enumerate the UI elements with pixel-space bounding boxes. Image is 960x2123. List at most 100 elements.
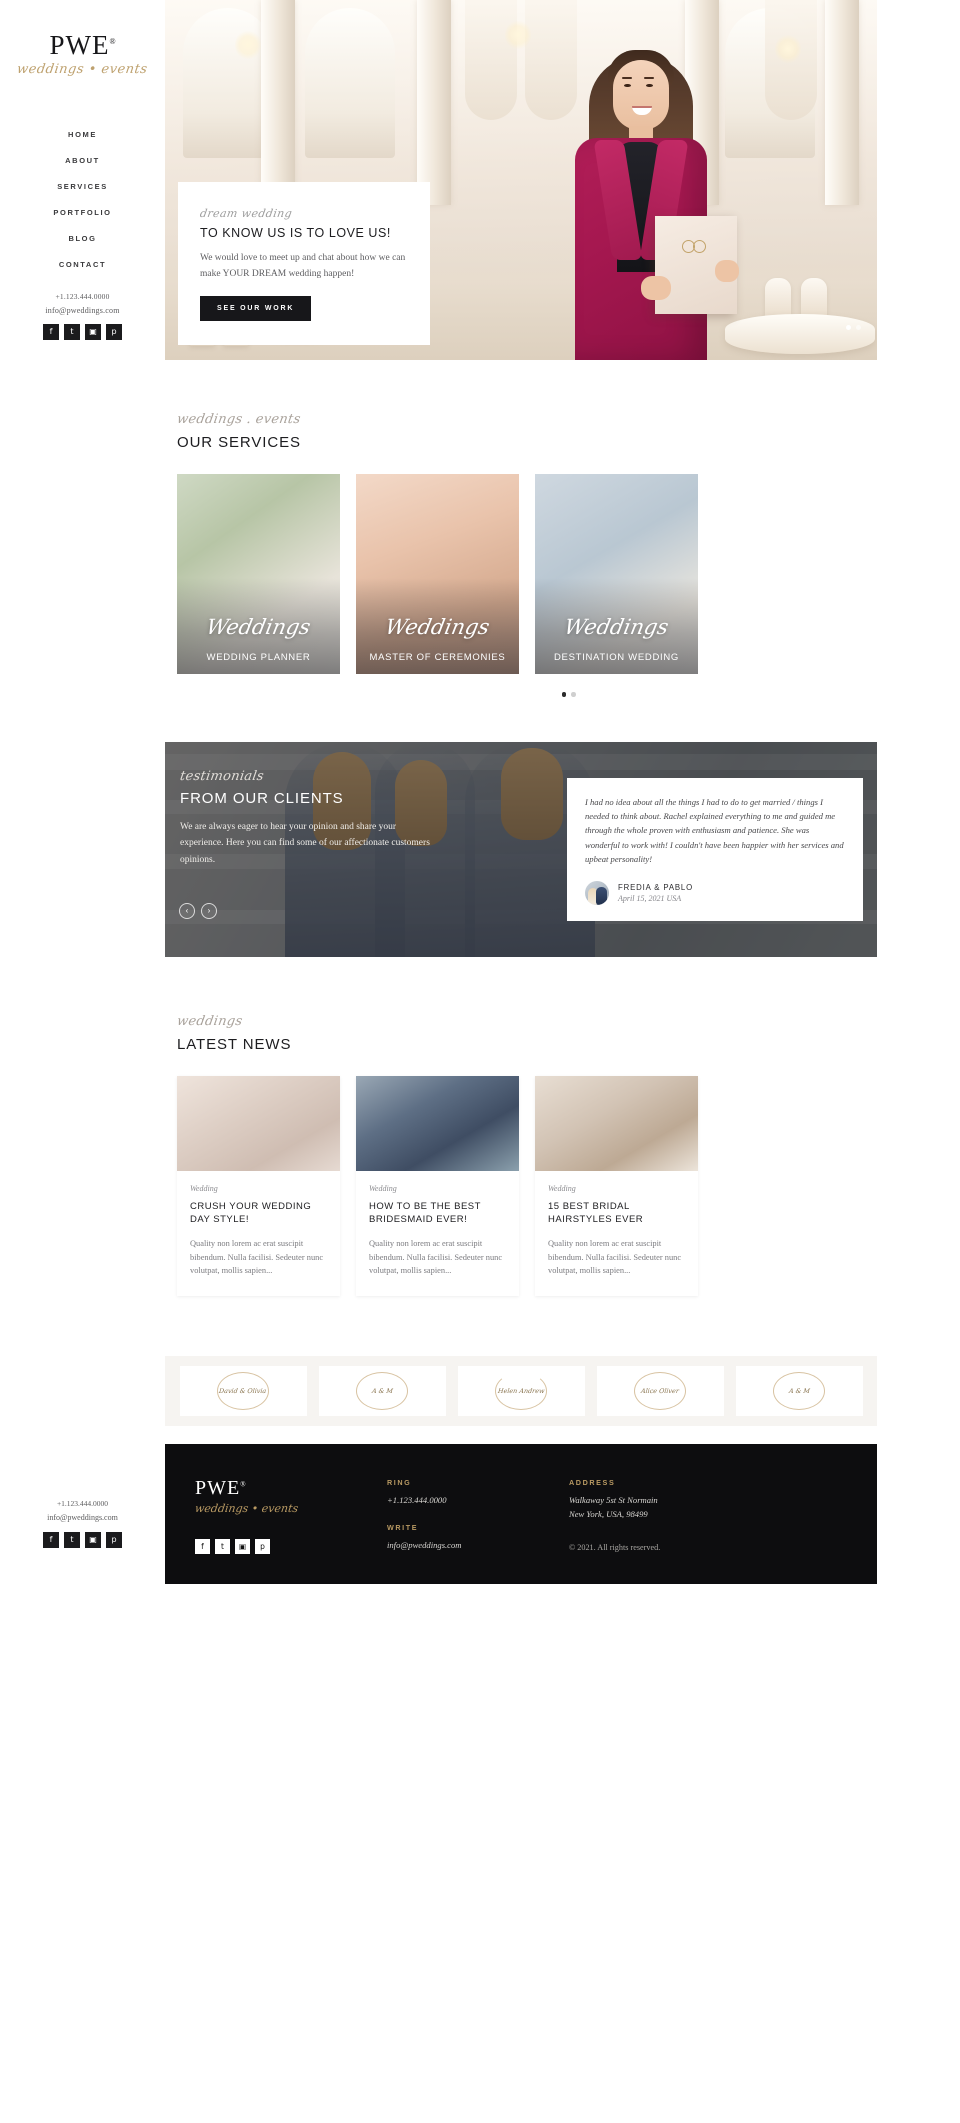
- news-card-title: 15 BEST BRIDAL HAIRSTYLES EVER: [548, 1200, 644, 1226]
- logo-text: PWE: [49, 30, 110, 60]
- hero-dot-1[interactable]: [846, 325, 851, 330]
- news-heading: weddings LATEST NEWS: [165, 1012, 960, 1053]
- news-thumbnail: [177, 1075, 340, 1171]
- sidebar-phone[interactable]: +1.123.444.0000: [0, 292, 165, 301]
- registered-mark-icon: ®: [240, 1480, 246, 1489]
- news-excerpt: Quality non lorem ac erat suscipit biben…: [190, 1239, 324, 1276]
- testimonials-body: We are always eager to hear your opinion…: [180, 821, 430, 865]
- sidebar-item-home[interactable]: HOME: [0, 121, 165, 147]
- testimonial-author-block: FREDIA & PABLO April 15, 2021 USA: [585, 880, 845, 905]
- services-section: weddings . events OUR SERVICES Weddings …: [165, 410, 960, 697]
- hero-card: dream wedding TO KNOW US IS TO LOVE US! …: [178, 182, 430, 345]
- sidebar-contact-top: +1.123.444.0000 info@pweddings.com: [0, 292, 165, 315]
- main-content: dream wedding TO KNOW US IS TO LOVE US! …: [165, 0, 960, 1584]
- news-card[interactable]: Wedding HOW TO BE THE BEST BRIDESMAID EV…: [356, 1075, 519, 1296]
- facebook-icon[interactable]: f: [43, 1532, 59, 1548]
- twitter-icon[interactable]: t: [64, 1532, 80, 1548]
- logo-wordmark: PWE®: [49, 32, 115, 59]
- service-label: MASTER OF CEREMONIES: [369, 652, 506, 663]
- sidebar-social-bottom: f t ▣ p: [0, 1532, 165, 1548]
- service-script-label: Weddings: [562, 615, 671, 639]
- testimonial-quote-text: I had no idea about all the things I had…: [585, 796, 844, 865]
- testimonial-author-name: FREDIA & PABLO: [618, 882, 694, 892]
- instagram-icon[interactable]: ▣: [235, 1538, 250, 1554]
- footer-phone[interactable]: +1.123.444.0000: [387, 1494, 547, 1508]
- sidebar-phone-bottom[interactable]: +1.123.444.0000: [0, 1499, 165, 1508]
- service-card-destination-wedding[interactable]: Weddings DESTINATION WEDDING: [535, 474, 698, 674]
- hero-section: dream wedding TO KNOW US IS TO LOVE US! …: [165, 0, 877, 360]
- partner-logo-card[interactable]: A & M: [318, 1365, 446, 1416]
- service-label: WEDDING PLANNER: [206, 652, 311, 663]
- see-our-work-button[interactable]: SEE OUR WORK: [200, 296, 312, 321]
- footer-email[interactable]: info@pweddings.com: [387, 1539, 547, 1553]
- sidebar-nav: HOME ABOUT SERVICES PORTFOLIO BLOG CONTA…: [0, 121, 165, 277]
- news-card[interactable]: Wedding CRUSH YOUR WEDDING DAY STYLE! Qu…: [177, 1075, 340, 1296]
- hero-woman-photo: [545, 30, 739, 360]
- testimonials-intro: testimonials FROM OUR CLIENTS We are alw…: [178, 767, 430, 869]
- hero-carousel-dots: [846, 325, 861, 330]
- news-category: Wedding: [190, 1183, 218, 1193]
- sidebar-logo[interactable]: PWE® weddings • events: [16, 32, 149, 78]
- news-script: weddings: [175, 1013, 244, 1029]
- sidebar-email-bottom[interactable]: info@pweddings.com: [0, 1513, 165, 1522]
- instagram-icon[interactable]: ▣: [85, 324, 101, 340]
- chevron-left-icon[interactable]: ‹: [179, 902, 195, 919]
- facebook-icon[interactable]: f: [195, 1538, 210, 1554]
- partner-logo-card[interactable]: A & M: [735, 1365, 863, 1416]
- sidebar-item-about[interactable]: ABOUT: [0, 147, 165, 173]
- facebook-icon[interactable]: f: [43, 324, 59, 340]
- footer-contact-column: RING +1.123.444.0000 WRITE info@pwedding…: [387, 1478, 547, 1554]
- sidebar-item-services[interactable]: SERVICES: [0, 173, 165, 199]
- partner-logo-text: Helen Andrew: [497, 1386, 545, 1395]
- partner-logo-text: David & Olivia: [218, 1386, 268, 1395]
- pinterest-icon[interactable]: p: [255, 1538, 270, 1554]
- partners-strip: David & Olivia A & M Helen Andrew Alice …: [165, 1355, 877, 1426]
- services-heading: weddings . events OUR SERVICES: [165, 410, 960, 451]
- pinterest-icon[interactable]: p: [106, 324, 122, 340]
- testimonial-date: April 15, 2021 USA: [618, 893, 682, 903]
- sidebar-contact-bottom: +1.123.444.0000 info@pweddings.com: [0, 1499, 165, 1522]
- news-card-title: CRUSH YOUR WEDDING DAY STYLE!: [190, 1200, 312, 1226]
- service-card-master-of-ceremonies[interactable]: Weddings MASTER OF CEREMONIES: [356, 474, 519, 674]
- pinterest-icon[interactable]: p: [106, 1532, 122, 1548]
- services-title: OUR SERVICES: [177, 434, 301, 451]
- services-dot-2[interactable]: [571, 692, 576, 697]
- partner-logo-text: Alice Oliver: [640, 1386, 680, 1395]
- footer-logo[interactable]: PWE®: [195, 1478, 365, 1498]
- footer-copyright: © 2021. All rights reserved.: [569, 1543, 661, 1553]
- twitter-icon[interactable]: t: [215, 1538, 230, 1554]
- sidebar-item-portfolio[interactable]: PORTFOLIO: [0, 199, 165, 225]
- news-category: Wedding: [548, 1183, 576, 1193]
- hero-body: We would love to meet up and chat about …: [200, 253, 406, 279]
- sidebar-email[interactable]: info@pweddings.com: [0, 306, 165, 315]
- services-dot-1[interactable]: [561, 692, 566, 697]
- news-grid: Wedding CRUSH YOUR WEDDING DAY STYLE! Qu…: [165, 1075, 960, 1296]
- page-root: PWE® weddings • events HOME ABOUT SERVIC…: [0, 0, 960, 2123]
- testimonials-section: testimonials FROM OUR CLIENTS We are alw…: [165, 741, 877, 957]
- hero-title: TO KNOW US IS TO LOVE US!: [200, 226, 391, 241]
- news-card-title: HOW TO BE THE BEST BRIDESMAID EVER!: [369, 1200, 481, 1226]
- chevron-right-icon[interactable]: ›: [201, 902, 217, 919]
- service-card-wedding-planner[interactable]: Weddings WEDDING PLANNER: [177, 474, 340, 674]
- partner-logo-card[interactable]: Alice Oliver: [596, 1365, 724, 1416]
- testimonials-script: testimonials: [178, 768, 266, 784]
- news-category: Wedding: [369, 1183, 397, 1193]
- hero-script: dream wedding: [198, 207, 294, 221]
- instagram-icon[interactable]: ▣: [85, 1532, 101, 1548]
- hero-dot-2[interactable]: [856, 325, 861, 330]
- avatar: [585, 880, 609, 905]
- footer-ring-label: RING: [387, 1477, 412, 1487]
- partner-logo-card[interactable]: Helen Andrew: [457, 1365, 585, 1416]
- sidebar-item-contact[interactable]: CONTACT: [0, 251, 165, 277]
- services-carousel-dots: [165, 692, 960, 697]
- footer-address-line2: New York, USA, 98499: [569, 1508, 648, 1519]
- footer-address-label: ADDRESS: [569, 1477, 616, 1487]
- partner-logo-card[interactable]: David & Olivia: [179, 1365, 307, 1416]
- news-card[interactable]: Wedding 15 BEST BRIDAL HAIRSTYLES EVER Q…: [535, 1075, 698, 1296]
- news-thumbnail: [535, 1075, 698, 1171]
- twitter-icon[interactable]: t: [64, 324, 80, 340]
- footer-tagline: weddings • events: [194, 1501, 300, 1515]
- sidebar-item-blog[interactable]: BLOG: [0, 225, 165, 251]
- testimonials-title: FROM OUR CLIENTS: [180, 789, 344, 807]
- news-excerpt: Quality non lorem ac erat suscipit biben…: [548, 1239, 682, 1276]
